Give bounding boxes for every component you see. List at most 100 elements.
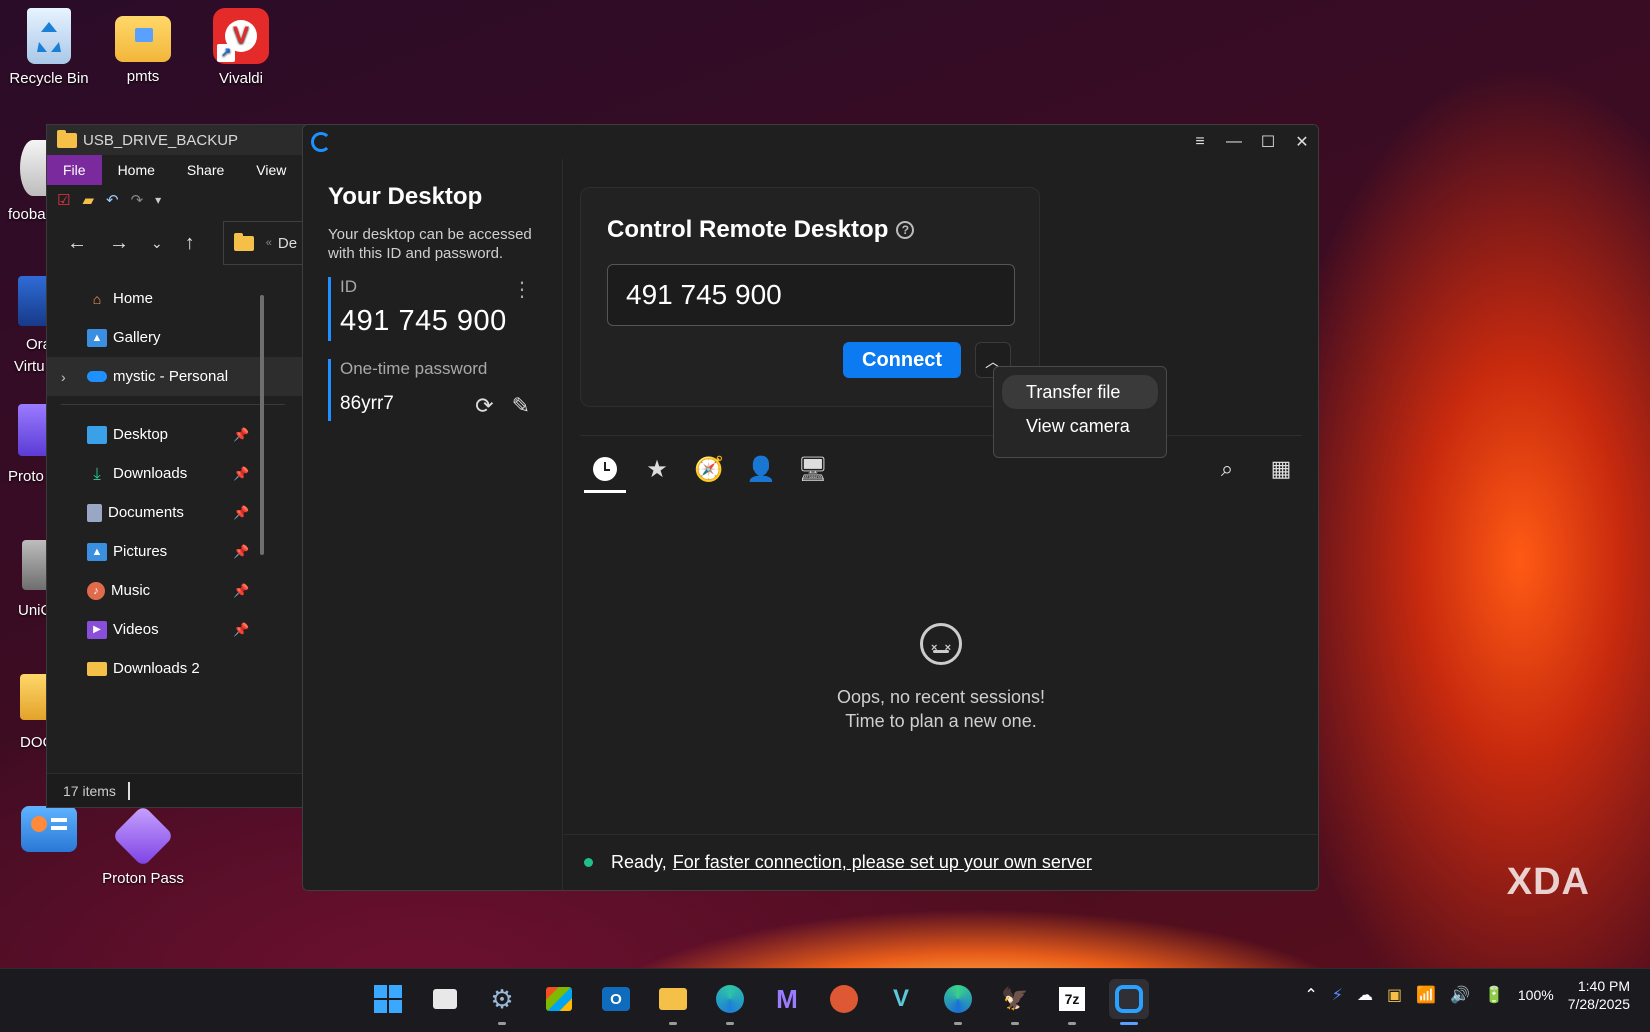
- taskbar-duckduckgo[interactable]: [824, 979, 864, 1019]
- rustdesk-window[interactable]: ≡ — ☐ ✕ Your Desktop Your desktop can be…: [302, 124, 1319, 891]
- ribbon-tab-file[interactable]: File: [47, 155, 102, 185]
- connect-options-menu: Transfer file View camera: [993, 366, 1167, 458]
- customize-dropdown-icon[interactable]: ▾: [155, 193, 161, 207]
- search-icon[interactable]: ⌕: [1210, 449, 1244, 489]
- taskbar-outlook[interactable]: O: [596, 979, 636, 1019]
- taskbar-start-button[interactable]: [368, 979, 408, 1019]
- taskbar-eagle-app[interactable]: 🦅: [995, 979, 1035, 1025]
- wifi-icon[interactable]: 📶: [1416, 985, 1436, 1005]
- hamburger-menu-icon[interactable]: ≡: [1190, 132, 1210, 152]
- taskbar-proton-mail[interactable]: M: [767, 979, 807, 1019]
- grid-view-icon[interactable]: ▦: [1264, 449, 1298, 489]
- ribbon-tab-share[interactable]: Share: [171, 155, 240, 185]
- battery-icon[interactable]: 🔋: [1484, 985, 1504, 1005]
- maximize-icon[interactable]: ☐: [1258, 132, 1278, 152]
- nav-item-documents[interactable]: Documents 📌: [47, 493, 305, 532]
- empty-state-line-2: Time to plan a new one.: [845, 711, 1037, 731]
- taskbar-edge-dev[interactable]: [710, 979, 750, 1025]
- navigation-pane-scrollbar[interactable]: [260, 295, 264, 555]
- taskbar-store[interactable]: [539, 979, 579, 1019]
- desktop-icon-pmts[interactable]: pmts: [98, 8, 188, 85]
- nav-item-desktop[interactable]: Desktop 📌: [47, 415, 305, 454]
- properties-icon[interactable]: ☑: [57, 191, 70, 209]
- folder-icon: [233, 232, 254, 251]
- up-arrow-icon[interactable]: ↑: [185, 232, 195, 255]
- clock[interactable]: 1:40 PM 7/28/2025: [1568, 977, 1630, 1013]
- tab-address-book[interactable]: 👤: [742, 449, 780, 489]
- nav-item-downloads-2[interactable]: Downloads 2: [47, 649, 305, 688]
- redo-icon[interactable]: ↷: [131, 191, 144, 209]
- taskbar-task-view[interactable]: [425, 979, 465, 1019]
- desktop-icon-vivaldi[interactable]: V ↗ Vivaldi: [196, 8, 286, 87]
- store-icon: [546, 987, 572, 1011]
- ribbon-tab-home[interactable]: Home: [102, 155, 171, 185]
- new-folder-icon[interactable]: ▰: [82, 191, 94, 209]
- back-arrow-icon[interactable]: ←: [67, 232, 87, 255]
- nav-item-home[interactable]: ⌂ Home: [47, 279, 305, 318]
- taskbar-settings[interactable]: ⚙: [482, 979, 522, 1025]
- address-bar[interactable]: « De: [222, 221, 303, 265]
- videos-icon: ▶: [87, 620, 107, 639]
- menu-item-view-camera[interactable]: View camera: [1002, 409, 1158, 443]
- rustdesk-titlebar[interactable]: ≡ — ☐ ✕: [303, 125, 1318, 159]
- connect-button[interactable]: Connect: [843, 342, 961, 378]
- desktop-icon-doc-partial[interactable]: [20, 674, 46, 720]
- pin-icon: 📌: [233, 504, 250, 520]
- tab-favorites[interactable]: ★: [638, 449, 676, 489]
- status-indicator-dot: [584, 858, 593, 867]
- tab-discovered[interactable]: 🧭: [690, 449, 728, 489]
- taskbar-7zip[interactable]: 7z: [1052, 979, 1092, 1025]
- edit-pencil-icon[interactable]: ✎: [512, 393, 530, 419]
- tray-app-icon[interactable]: ☁: [1357, 985, 1373, 1005]
- taskbar-apps: ⚙ O M V 🦅 7z: [368, 979, 1149, 1025]
- nav-item-gallery[interactable]: ▲ Gallery: [47, 318, 305, 357]
- file-explorer-window[interactable]: USB_DRIVE_BACKUP File Home Share View ☑ …: [46, 124, 306, 808]
- ribbon-tab-view[interactable]: View: [240, 155, 302, 185]
- nav-item-music[interactable]: ♪ Music 📌: [47, 571, 305, 610]
- home-icon: ⌂: [92, 290, 102, 307]
- nav-item-label: Pictures: [113, 543, 168, 560]
- password-label: One-time password: [340, 359, 488, 378]
- nav-item-downloads[interactable]: ⤓ Downloads 📌: [47, 454, 305, 493]
- tray-colorful-app-icon[interactable]: ▣: [1387, 985, 1402, 1005]
- minimize-icon[interactable]: —: [1224, 132, 1244, 152]
- nav-divider: [61, 404, 285, 405]
- recent-locations-chevron-icon[interactable]: ⌄: [151, 235, 163, 252]
- close-icon[interactable]: ✕: [1292, 132, 1312, 152]
- explorer-nav-bar: ← → ⌄ ↑ « De: [47, 215, 305, 271]
- tab-accessible-devices[interactable]: 🖥: [794, 449, 832, 489]
- battery-percent[interactable]: 100%: [1518, 987, 1554, 1003]
- forward-arrow-icon[interactable]: →: [109, 232, 129, 255]
- desktop-icon-dashboard[interactable]: [4, 806, 94, 858]
- desktop-icon-proton-partial[interactable]: [18, 404, 46, 456]
- volume-icon[interactable]: 🔊: [1450, 985, 1470, 1005]
- help-icon[interactable]: ?: [896, 221, 915, 239]
- taskbar-visual-studio[interactable]: V: [881, 979, 921, 1019]
- lightning-app-icon[interactable]: ⚡: [1332, 985, 1343, 1005]
- show-hidden-icons-chevron-icon[interactable]: ⌃: [1304, 985, 1317, 1005]
- taskbar-rustdesk[interactable]: [1109, 979, 1149, 1025]
- explorer-titlebar[interactable]: USB_DRIVE_BACKUP: [47, 125, 305, 155]
- desktop-icon-virtualbox-partial[interactable]: [18, 276, 46, 326]
- eagle-icon: 🦅: [1001, 986, 1029, 1011]
- setup-server-link[interactable]: For faster connection, please set up you…: [673, 852, 1092, 873]
- desktop-icon-recycle-bin[interactable]: Recycle Bin: [4, 8, 94, 87]
- expand-chevron-icon[interactable]: ›: [61, 369, 66, 385]
- refresh-icon[interactable]: ⟳: [475, 393, 493, 419]
- more-options-icon[interactable]: ⋮: [512, 277, 532, 302]
- desktop-icon-unic-partial[interactable]: [22, 540, 46, 590]
- nav-item-videos[interactable]: ▶ Videos 📌: [47, 610, 305, 649]
- id-value[interactable]: 491 745 900: [340, 305, 562, 338]
- breadcrumb-separator-icon: «: [265, 237, 272, 249]
- menu-item-transfer-file[interactable]: Transfer file: [1002, 375, 1158, 409]
- desktop-icon-foobar-partial[interactable]: [20, 140, 46, 196]
- nav-item-onedrive[interactable]: › mystic - Personal: [47, 357, 305, 396]
- remote-id-input[interactable]: [607, 264, 1015, 326]
- taskbar-file-explorer[interactable]: [653, 979, 693, 1025]
- desktop-folder-icon: [87, 425, 107, 444]
- desktop-icon-proton-pass[interactable]: Proton Pass: [98, 804, 188, 887]
- nav-item-pictures[interactable]: ▲ Pictures 📌: [47, 532, 305, 571]
- tab-recent-sessions[interactable]: [584, 449, 626, 493]
- undo-icon[interactable]: ↶: [106, 191, 119, 209]
- taskbar-edge[interactable]: [938, 979, 978, 1025]
